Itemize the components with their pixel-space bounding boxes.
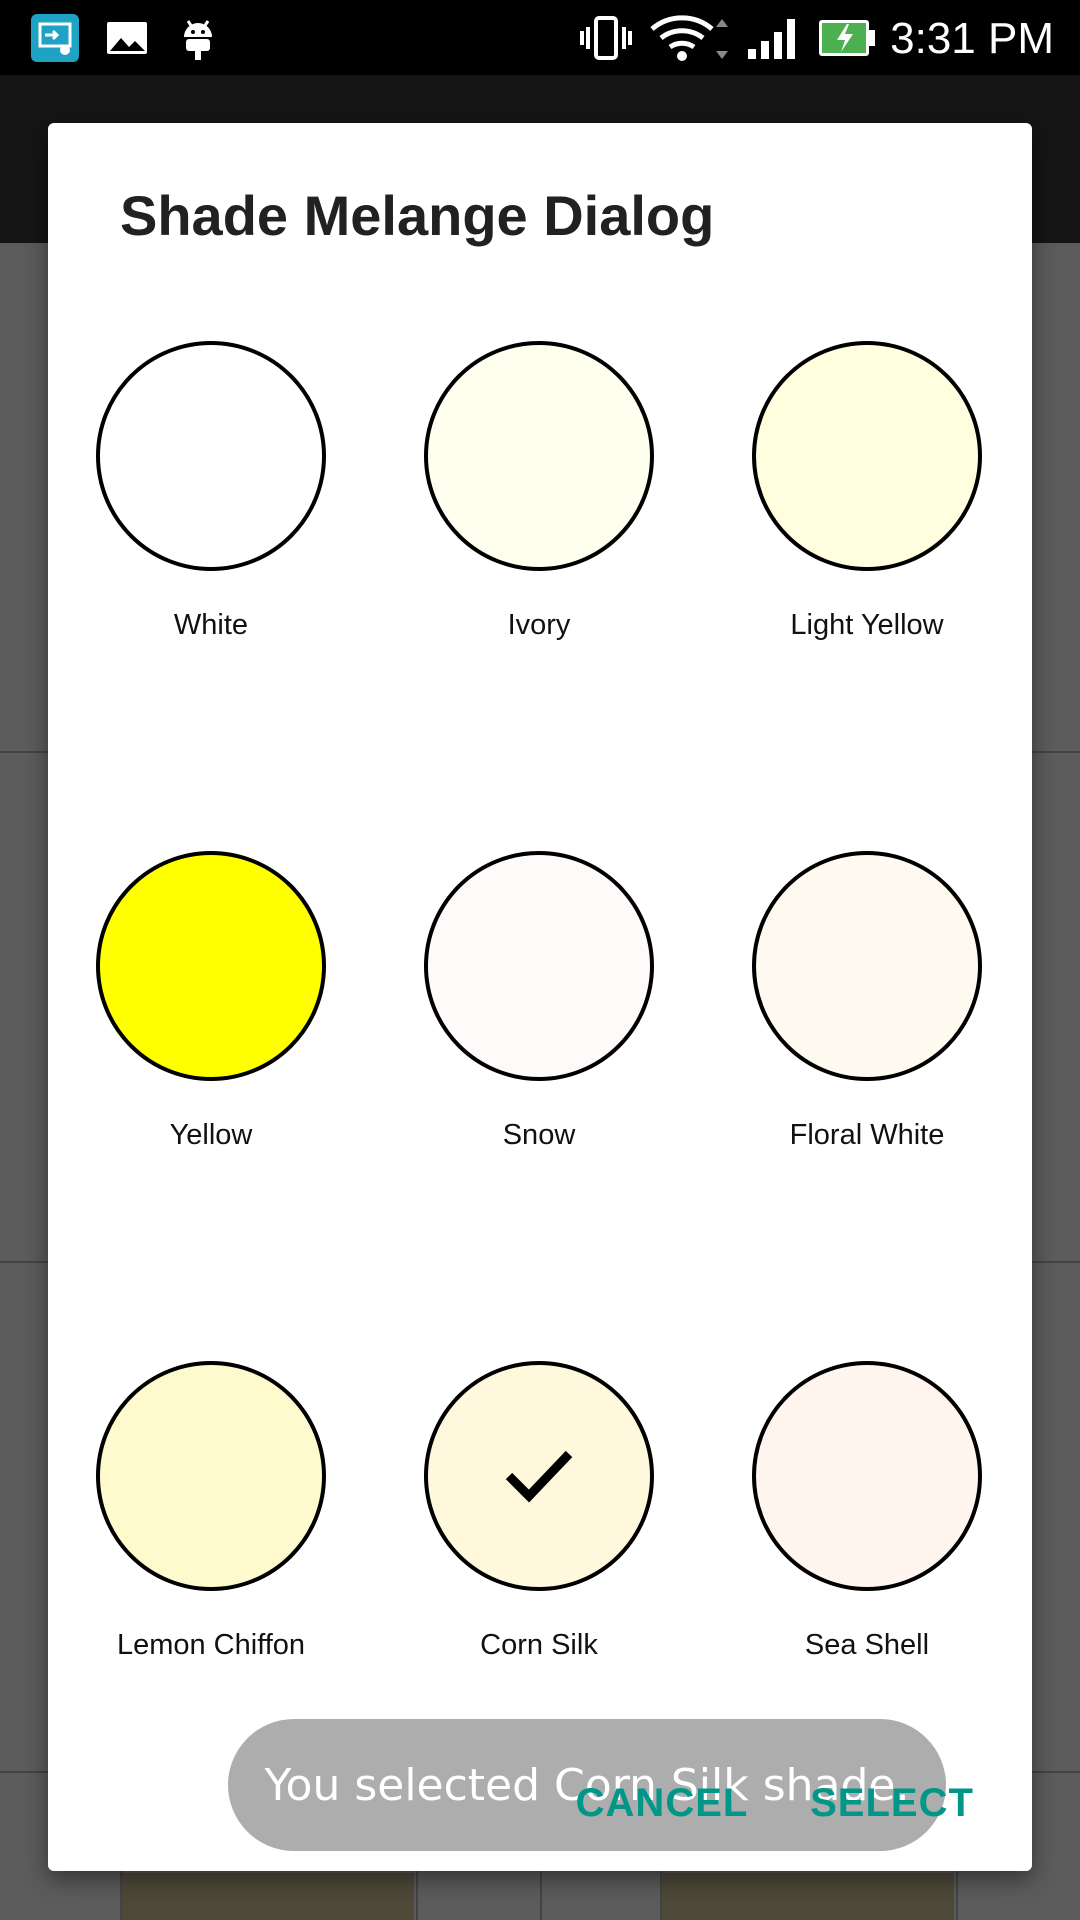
screen-mirror-icon: [30, 0, 80, 75]
status-bar: 3:31 PM: [0, 0, 1080, 75]
swatch-label: Ivory: [507, 609, 571, 641]
battery-charging-icon: [816, 0, 878, 75]
swatch-item[interactable]: White: [48, 341, 378, 761]
swatch-item[interactable]: Snow: [376, 851, 706, 1271]
shade-dialog: Shade Melange Dialog White Ivory Light Yel…: [48, 123, 1032, 1871]
swatch-label: Snow: [502, 1119, 576, 1151]
swatch-circle[interactable]: [752, 851, 982, 1081]
cancel-button[interactable]: CANCEL: [574, 1763, 750, 1843]
swatch-circle[interactable]: [752, 1361, 982, 1591]
swatch-label: White: [173, 609, 249, 641]
swatch-circle[interactable]: [424, 341, 654, 571]
signal-icon: [744, 0, 806, 75]
swatch-item[interactable]: Sea Shell: [704, 1361, 1034, 1781]
select-button[interactable]: SELECT: [806, 1763, 978, 1843]
swatch-label: Light Yellow: [790, 609, 944, 641]
swatch-label: Yellow: [169, 1119, 253, 1151]
wifi-icon: [648, 0, 732, 75]
swatch-circle[interactable]: [96, 1361, 326, 1591]
background-divider: [540, 1871, 542, 1920]
swatch-item[interactable]: Ivory: [376, 341, 706, 761]
checkmark-icon: [505, 1450, 573, 1503]
background-divider: [660, 1871, 662, 1920]
swatch-item[interactable]: Yellow: [48, 851, 378, 1271]
swatch-circle[interactable]: [424, 1361, 654, 1591]
swatch-label: Floral White: [789, 1119, 945, 1151]
swatch-item[interactable]: Corn Silk: [376, 1361, 706, 1781]
dialog-title: Shade Melange Dialog: [120, 184, 715, 247]
swatch-circle[interactable]: [424, 851, 654, 1081]
background-tile: [122, 1873, 414, 1920]
background-divider: [416, 1871, 418, 1920]
swatch-label: Sea Shell: [804, 1629, 930, 1661]
background-divider: [956, 1871, 958, 1920]
swatch-item[interactable]: Floral White: [704, 851, 1034, 1271]
swatch-item[interactable]: Light Yellow: [704, 341, 1034, 761]
status-time: 3:31 PM: [890, 14, 1054, 63]
background-divider: [120, 1871, 122, 1920]
android-debug-icon: [176, 0, 220, 75]
swatch-item[interactable]: Lemon Chiffon: [48, 1361, 378, 1781]
swatch-circle[interactable]: [96, 851, 326, 1081]
vibrate-icon: [576, 0, 636, 75]
swatch-circle[interactable]: [96, 341, 326, 571]
background-tile: [662, 1873, 954, 1920]
swatch-circle[interactable]: [752, 341, 982, 571]
image-icon: [104, 0, 150, 75]
swatch-label: Lemon Chiffon: [116, 1629, 306, 1661]
swatch-label: Corn Silk: [480, 1629, 598, 1661]
